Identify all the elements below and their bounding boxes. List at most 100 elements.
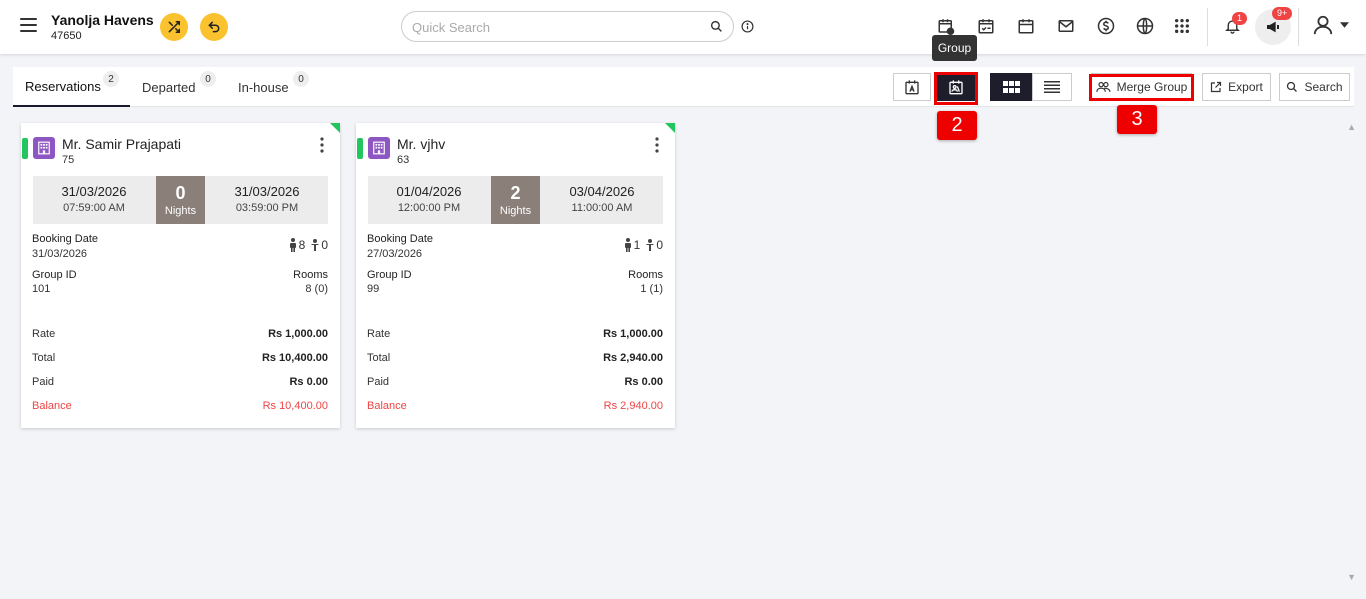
export-label: Export [1228,80,1263,94]
balance-value: Rs 10,400.00 [262,400,328,412]
group-id: 99 [367,283,380,295]
group-id-label: Group ID [367,269,412,281]
tab-label: Departed [142,79,196,95]
tab-count-badge: 0 [293,71,309,87]
divider [1298,8,1299,46]
rooms: 1 (1) [640,283,663,295]
status-flag [330,123,340,133]
list-view-icon [1044,81,1060,93]
user-icon [1313,15,1333,35]
announcement-count-badge: 9+ [1272,7,1293,20]
child-icon [311,239,320,251]
search-button[interactable]: Search [1279,73,1350,101]
tab-count-badge: 2 [103,71,119,87]
group-tooltip: Group [932,35,977,61]
paid-label: Paid [32,376,55,388]
child-count: 0 [321,238,328,252]
child-icon [646,239,655,251]
hotel-name: Yanolja Havens [51,12,154,28]
user-menu[interactable] [1312,14,1349,36]
calendar-check-icon[interactable] [976,16,996,36]
departure: 03/04/2026 11:00:00 AM [541,176,663,224]
scroll-up-arrow[interactable]: ▲ [1347,122,1356,132]
tab-departed[interactable]: Departed 0 [142,67,232,107]
building-icon [368,137,390,159]
nights-count: 2 [510,183,521,203]
export-icon [1211,81,1222,93]
globe-icon[interactable] [1135,16,1155,36]
top-bar: Yanolja Havens 47650 1 9+ [0,0,1366,54]
chevron-down-icon [1340,22,1349,28]
reservation-number: 75 [62,154,75,166]
notification-count-badge: 1 [1232,12,1248,25]
menu-icon[interactable] [20,18,37,32]
adult-count: 8 [298,238,306,252]
status-flag [665,123,675,133]
group-id-label: Group ID [32,269,77,281]
scroll-down-arrow[interactable]: ▼ [1347,572,1356,582]
adult-icon [289,238,296,252]
hotel-id: 47650 [51,30,82,42]
rate-label: Rate [32,328,56,340]
rooms-label: Rooms [293,269,328,281]
building-icon [33,137,55,159]
rate-label: Rate [367,328,391,340]
divider [1207,8,1208,46]
annotation-step-2: 2 [937,111,977,140]
undo-button[interactable] [200,13,228,41]
balance-label: Balance [32,400,72,412]
tab-reservations[interactable]: Reservations 2 [13,67,130,107]
guest-name[interactable]: Mr. Samir Prajapati [62,136,181,152]
more-options-icon[interactable] [320,137,324,153]
annotation-highlight-group [934,72,978,105]
calendar-person-icon [905,80,919,95]
departure-date: 31/03/2026 [234,184,300,199]
shuffle-button[interactable] [160,13,188,41]
status-bar [22,138,28,159]
calendar-icon[interactable] [1016,16,1036,36]
tab-count-badge: 0 [200,71,216,87]
quick-search[interactable] [401,11,734,42]
calendar-add-icon[interactable] [936,16,956,36]
search-icon [1287,81,1298,92]
paid-value: Rs 0.00 [624,376,663,388]
annotation-step-3: 3 [1117,105,1157,134]
booking-date: 27/03/2026 [367,248,423,260]
undo-icon [208,21,220,33]
grid-view-icon [1002,80,1020,93]
list-view-button[interactable] [1032,73,1072,101]
grid-view-button[interactable] [990,73,1032,101]
mail-icon[interactable] [1056,16,1076,36]
reservation-card[interactable]: Mr. vjhv 63 01/04/2026 12:00:00 PM 2 Nig… [356,123,675,428]
tab-in-house[interactable]: In-house 0 [238,67,328,107]
arrival-time: 12:00:00 PM [397,202,461,214]
megaphone-icon [1267,21,1279,33]
apps-grid-icon[interactable] [1172,16,1192,36]
departure-time: 11:00:00 AM [571,202,633,214]
annotation-highlight-merge [1089,74,1194,101]
reservation-card[interactable]: Mr. Samir Prajapati 75 31/03/2026 07:59:… [21,123,340,428]
total-label: Total [32,352,56,364]
stay-dates: 31/03/2026 07:59:00 AM 0 Nights 31/03/20… [33,176,328,224]
dollar-icon[interactable] [1096,16,1116,36]
arrival-date: 31/03/2026 [61,184,127,199]
group-id: 101 [32,283,51,295]
arrival: 01/04/2026 12:00:00 PM [368,176,490,224]
paid-value: Rs 0.00 [289,376,328,388]
single-reservation-button[interactable] [893,73,931,101]
nights-label: Nights [499,205,532,217]
paid-label: Paid [367,376,390,388]
tab-label: In-house [238,79,289,95]
booking-date: 31/03/2026 [32,248,88,260]
more-options-icon[interactable] [655,137,659,153]
adult-icon [624,238,631,252]
quick-search-input[interactable] [412,18,702,36]
guest-name[interactable]: Mr. vjhv [397,136,445,152]
search-label: Search [1304,80,1343,94]
reservation-number: 63 [397,154,410,166]
nights-box: 0 Nights [156,176,205,224]
info-icon[interactable] [741,20,754,33]
search-icon[interactable] [710,20,723,33]
rate-value: Rs 1,000.00 [268,328,328,340]
export-button[interactable]: Export [1202,73,1271,101]
